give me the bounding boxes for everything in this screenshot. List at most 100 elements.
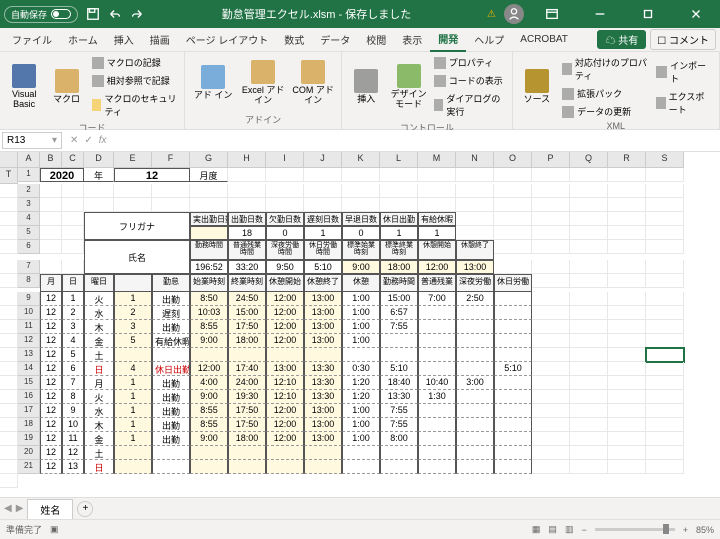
table-cell[interactable]: 1:00 [342,432,380,446]
cell[interactable] [532,184,570,198]
row-header[interactable]: 1 [18,168,40,182]
cell[interactable] [152,184,190,198]
cell[interactable] [532,418,570,432]
cell[interactable] [342,168,380,182]
summary-value[interactable]: 33:20 [228,260,266,274]
table-cell[interactable]: 遅刻 [152,306,190,320]
table-cell[interactable] [494,320,532,334]
cell[interactable] [532,198,570,212]
table-cell[interactable]: 18:40 [380,376,418,390]
cell[interactable] [342,184,380,198]
cell[interactable] [228,198,266,212]
row-header[interactable]: 12 [18,334,40,348]
cell[interactable] [190,184,228,198]
table-cell[interactable] [418,306,456,320]
cell[interactable] [570,348,608,362]
summary-value[interactable]: 0 [266,226,304,240]
formula-input[interactable] [113,139,720,143]
ribbon-display-icon[interactable] [532,0,572,28]
xml-export-button[interactable]: エクスポート [653,88,715,118]
table-cell[interactable] [494,446,532,460]
cell[interactable] [532,432,570,446]
summary-value[interactable] [190,226,228,240]
avatar[interactable] [504,4,524,24]
tab-view[interactable]: 表示 [394,28,430,52]
row-header[interactable]: 7 [18,260,40,274]
summary-value[interactable]: 0 [342,226,380,240]
cell[interactable] [266,198,304,212]
table-cell[interactable]: 19:30 [228,390,266,404]
row-header[interactable]: 14 [18,362,40,376]
table-cell[interactable]: 木 [84,418,114,432]
table-cell[interactable]: 水 [84,404,114,418]
table-cell[interactable]: 2:50 [456,292,494,306]
close-button[interactable] [676,0,716,28]
cell[interactable] [40,240,62,254]
cell[interactable] [532,334,570,348]
col-header[interactable]: N [456,152,494,168]
cell[interactable] [646,306,684,320]
maximize-button[interactable] [628,0,668,28]
table-cell[interactable] [342,460,380,474]
cell[interactable] [608,240,646,254]
cell[interactable] [570,376,608,390]
sheet-tab[interactable]: 姓名 [27,499,73,519]
cell[interactable] [456,168,494,182]
cell[interactable] [532,226,570,240]
col-header[interactable]: O [494,152,532,168]
cell[interactable] [114,198,152,212]
cell[interactable] [494,240,532,254]
table-cell[interactable]: 1:00 [342,306,380,320]
cell[interactable] [532,274,570,288]
cell[interactable] [114,184,152,198]
cell[interactable] [608,446,646,460]
table-cell[interactable]: 12 [40,446,62,460]
cell[interactable] [608,376,646,390]
table-cell[interactable] [114,348,152,362]
summary-value[interactable]: 5:10 [304,260,342,274]
table-cell[interactable]: 1 [114,418,152,432]
table-cell[interactable] [190,446,228,460]
cell[interactable] [0,212,18,226]
table-cell[interactable]: 12:00 [266,292,304,306]
table-cell[interactable]: 7:00 [418,292,456,306]
table-cell[interactable]: 12 [40,404,62,418]
table-cell[interactable]: 1:00 [342,334,380,348]
table-cell[interactable] [456,306,494,320]
table-cell[interactable] [266,460,304,474]
cell[interactable] [646,348,684,362]
cell[interactable] [62,184,84,198]
table-cell[interactable] [380,348,418,362]
zoom-level[interactable]: 85% [696,525,714,535]
table-cell[interactable]: 4:00 [190,376,228,390]
col-header[interactable]: Q [570,152,608,168]
table-cell[interactable]: 1:00 [342,404,380,418]
table-cell[interactable] [114,446,152,460]
summary-value[interactable]: 18:00 [380,260,418,274]
cell[interactable] [418,184,456,198]
cell[interactable] [646,292,684,306]
cell[interactable] [62,260,84,274]
table-cell[interactable]: 13:00 [304,334,342,348]
table-cell[interactable]: 24:00 [228,376,266,390]
table-cell[interactable]: 10:03 [190,306,228,320]
cell[interactable] [456,226,494,240]
cell[interactable] [532,240,570,254]
col-header[interactable]: K [342,152,380,168]
col-header[interactable]: R [608,152,646,168]
table-cell[interactable]: 土 [84,348,114,362]
cell[interactable] [608,404,646,418]
cell[interactable] [608,198,646,212]
table-cell[interactable]: 0:30 [342,362,380,376]
table-cell[interactable]: 7:55 [380,320,418,334]
table-cell[interactable] [342,446,380,460]
cell[interactable] [494,198,532,212]
table-cell[interactable]: 8:55 [190,404,228,418]
table-cell[interactable] [266,446,304,460]
relative-ref-button[interactable]: 相対参照で記録 [89,72,180,89]
cell[interactable] [0,306,18,320]
tab-draw[interactable]: 描画 [142,28,178,52]
cell[interactable] [190,198,228,212]
cell[interactable] [0,260,18,274]
cell[interactable] [380,184,418,198]
